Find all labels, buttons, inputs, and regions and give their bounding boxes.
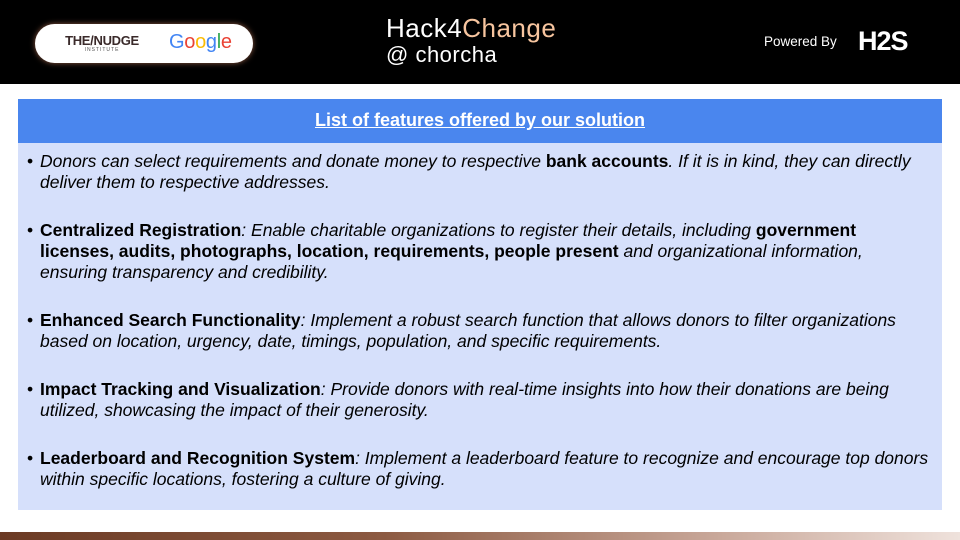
powered-by-label: Powered By [764,34,837,49]
feature-leaderboard: Leaderboard and Recognition System: Impl… [18,448,942,490]
bottom-decorative-strip [0,532,960,540]
event-title-part1: Hack4 [386,13,463,43]
h2s-logo: H2S [858,26,909,56]
event-title: Hack4Change [386,14,556,42]
top-banner: THE/NUDGE INSTITUTE Google Hack4Change @… [0,0,960,84]
feature-list: Donors can select requirements and donat… [18,151,942,490]
nudge-institute-logo: THE/NUDGE INSTITUTE [57,34,147,53]
feature-donations: Donors can select requirements and donat… [18,151,942,193]
feature-enhanced-search: Enhanced Search Functionality: Implement… [18,310,942,352]
features-panel: List of features offered by our solution… [18,99,942,510]
feature-impact-tracking: Impact Tracking and Visualization: Provi… [18,379,942,421]
feature-centralized-registration: Centralized Registration: Enable charita… [18,220,942,283]
nudge-logo-text: THE/NUDGE [65,33,139,48]
event-title-part2: Change [462,13,557,43]
features-title: List of features offered by our solution [314,110,646,130]
google-logo: Google [169,31,232,53]
event-subtitle: @ chorcha [386,42,498,67]
features-panel-header: List of features offered by our solution [18,99,942,143]
partner-logos: THE/NUDGE INSTITUTE Google [35,24,253,63]
